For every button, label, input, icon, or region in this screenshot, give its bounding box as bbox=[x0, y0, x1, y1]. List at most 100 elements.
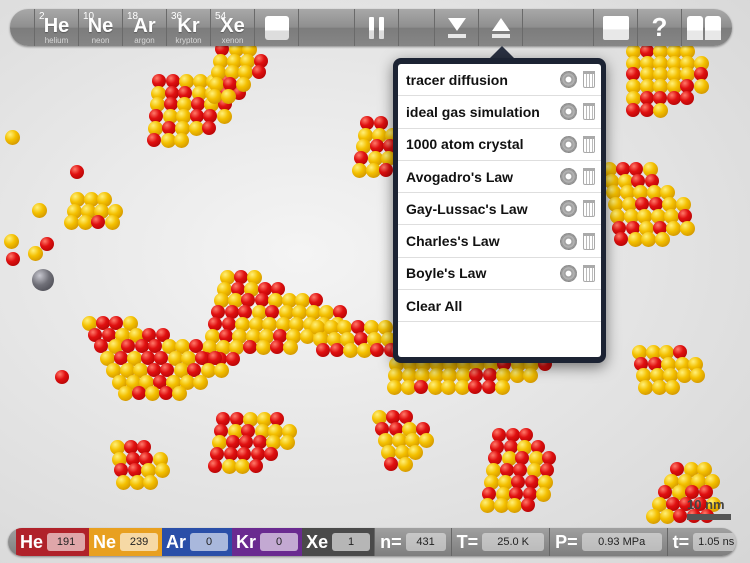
count-xenon[interactable]: Xe 1 bbox=[302, 528, 375, 556]
trash-icon[interactable] bbox=[583, 232, 595, 250]
help-button[interactable]: ? bbox=[637, 9, 681, 46]
neon-atom[interactable] bbox=[64, 215, 79, 231]
neon-atom[interactable] bbox=[507, 498, 522, 514]
element-button-helium[interactable]: 2 He helium bbox=[34, 9, 78, 46]
helium-atom[interactable] bbox=[316, 343, 330, 358]
neon-atom[interactable] bbox=[646, 508, 661, 524]
element-button-argon[interactable]: 18 Ar argon bbox=[122, 9, 166, 46]
trash-icon[interactable] bbox=[583, 103, 595, 121]
neon-atom[interactable] bbox=[32, 203, 47, 218]
gear-icon[interactable] bbox=[560, 168, 577, 186]
list-item[interactable]: Gay-Lussac's Law bbox=[398, 193, 601, 226]
count-helium[interactable]: He 191 bbox=[16, 528, 90, 556]
helium-atom[interactable] bbox=[70, 165, 84, 179]
neon-atom[interactable] bbox=[118, 386, 133, 402]
neon-atom[interactable] bbox=[666, 220, 681, 236]
neon-atom[interactable] bbox=[145, 386, 160, 402]
helium-atom[interactable] bbox=[329, 343, 344, 358]
neon-atom[interactable] bbox=[690, 368, 705, 384]
neon-atom[interactable] bbox=[214, 362, 229, 378]
neon-atom[interactable] bbox=[654, 232, 670, 248]
manual-button[interactable] bbox=[681, 9, 725, 46]
neon-atom[interactable] bbox=[693, 79, 709, 95]
load-button[interactable] bbox=[478, 9, 522, 46]
helium-atom[interactable] bbox=[226, 351, 240, 366]
helium-atom[interactable] bbox=[40, 237, 54, 251]
helium-atom[interactable] bbox=[379, 162, 393, 177]
neon-atom[interactable] bbox=[441, 380, 456, 396]
trash-icon[interactable] bbox=[583, 264, 595, 282]
helium-atom[interactable] bbox=[468, 380, 482, 395]
simulation-canvas[interactable] bbox=[0, 0, 750, 563]
neon-atom[interactable] bbox=[352, 162, 367, 178]
neon-atom[interactable] bbox=[4, 234, 19, 249]
neon-atom[interactable] bbox=[523, 368, 538, 384]
element-button-neon[interactable]: 10 Ne neon bbox=[78, 9, 122, 46]
neon-atom[interactable] bbox=[235, 458, 250, 474]
save-button[interactable] bbox=[434, 9, 478, 46]
neon-atom[interactable] bbox=[418, 433, 434, 449]
pause-button[interactable] bbox=[354, 9, 398, 46]
wall-button[interactable] bbox=[254, 9, 298, 46]
neon-atom[interactable] bbox=[279, 435, 295, 451]
neon-atom[interactable] bbox=[143, 475, 158, 491]
helium-atom[interactable] bbox=[6, 252, 20, 266]
helium-atom[interactable] bbox=[370, 343, 384, 358]
list-item[interactable]: tracer diffusion bbox=[398, 64, 601, 97]
neon-atom[interactable] bbox=[220, 88, 236, 104]
list-item[interactable]: 1000 atom crystal bbox=[398, 129, 601, 161]
neon-atom[interactable] bbox=[174, 132, 189, 148]
list-item[interactable]: Avogadro's Law bbox=[398, 161, 601, 194]
xenon-atom[interactable] bbox=[32, 269, 54, 291]
helium-atom[interactable] bbox=[680, 90, 694, 105]
neon-atom[interactable] bbox=[397, 456, 413, 472]
helium-atom[interactable] bbox=[202, 120, 216, 135]
neon-atom[interactable] bbox=[207, 88, 222, 104]
neon-atom[interactable] bbox=[536, 486, 551, 502]
neon-atom[interactable] bbox=[665, 380, 680, 396]
gear-icon[interactable] bbox=[560, 232, 577, 250]
trash-icon[interactable] bbox=[583, 135, 595, 153]
helium-atom[interactable] bbox=[158, 386, 173, 401]
neon-atom[interactable] bbox=[679, 220, 695, 236]
neon-atom[interactable] bbox=[104, 215, 120, 231]
helium-atom[interactable] bbox=[131, 386, 146, 401]
gear-icon[interactable] bbox=[560, 264, 577, 282]
trash-icon[interactable] bbox=[583, 168, 595, 186]
temperature-readout[interactable]: T= 25.0 K bbox=[450, 528, 550, 556]
helium-atom[interactable] bbox=[269, 340, 284, 355]
neon-atom[interactable] bbox=[343, 343, 358, 359]
helium-atom[interactable] bbox=[264, 447, 278, 462]
helium-atom[interactable] bbox=[414, 380, 428, 395]
trash-icon[interactable] bbox=[583, 200, 595, 218]
list-item[interactable]: Boyle's Law bbox=[398, 258, 601, 291]
neon-atom[interactable] bbox=[236, 77, 251, 93]
neon-atom[interactable] bbox=[387, 380, 402, 396]
helium-atom[interactable] bbox=[626, 102, 640, 117]
helium-atom[interactable] bbox=[639, 102, 654, 117]
neon-atom[interactable] bbox=[480, 498, 495, 514]
count-krypton[interactable]: Kr 0 bbox=[232, 528, 303, 556]
neon-atom[interactable] bbox=[653, 102, 668, 118]
count-neon[interactable]: Ne 239 bbox=[89, 528, 163, 556]
list-item[interactable]: Charles's Law bbox=[398, 225, 601, 258]
helium-atom[interactable] bbox=[614, 232, 628, 247]
neon-atom[interactable] bbox=[5, 130, 20, 145]
helium-atom[interactable] bbox=[666, 90, 681, 105]
helium-atom[interactable] bbox=[55, 370, 69, 384]
helium-atom[interactable] bbox=[147, 132, 161, 147]
helium-atom[interactable] bbox=[208, 458, 222, 473]
graph-button[interactable] bbox=[593, 9, 637, 46]
count-argon[interactable]: Ar 0 bbox=[162, 528, 233, 556]
helium-atom[interactable] bbox=[520, 498, 535, 513]
neon-atom[interactable] bbox=[638, 380, 653, 396]
list-item[interactable]: ideal gas simulation bbox=[398, 96, 601, 129]
helium-atom[interactable] bbox=[251, 65, 266, 80]
neon-atom[interactable] bbox=[216, 109, 232, 125]
gear-icon[interactable] bbox=[560, 135, 577, 153]
gear-icon[interactable] bbox=[560, 103, 577, 121]
helium-atom[interactable] bbox=[384, 456, 398, 471]
neon-atom[interactable] bbox=[256, 340, 271, 356]
neon-atom[interactable] bbox=[193, 374, 208, 390]
neon-atom[interactable] bbox=[116, 475, 131, 491]
